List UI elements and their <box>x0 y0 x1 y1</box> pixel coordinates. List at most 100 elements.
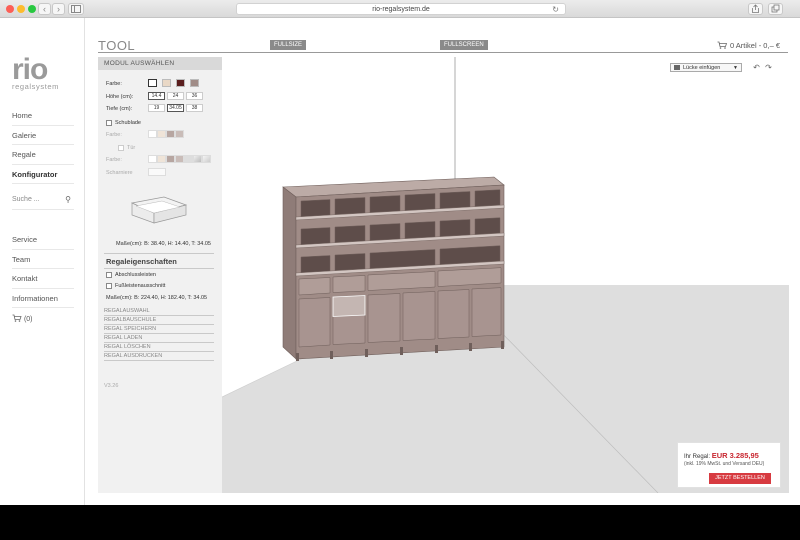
tiefe-option-2[interactable]: 34.05 <box>167 104 184 112</box>
rio-logo[interactable]: rio regalsystem <box>12 55 60 92</box>
nav-home[interactable]: Home <box>12 106 74 126</box>
link-regal-loeschen[interactable]: REGAL LÖSCHEN <box>104 343 214 352</box>
nav-service[interactable]: Service <box>12 230 74 250</box>
module-panel: MODUL AUSWÄHLEN Farbe: Höhe (cm): 14.4 2… <box>98 57 222 493</box>
section-rule-2 <box>104 268 214 269</box>
door-swatch-4 <box>175 155 184 163</box>
address-bar[interactable]: rio-regalsystem.de ↻ <box>236 3 566 15</box>
search-placeholder: Suche ... <box>12 196 40 203</box>
shelf-3d-view[interactable] <box>222 57 789 493</box>
link-regalauswahl[interactable]: REGALAUSWAHL <box>104 307 214 316</box>
drawer-swatch-4 <box>175 130 184 138</box>
search-icon[interactable]: ⚲ <box>65 190 71 209</box>
properties-title: Regaleigenschaften <box>106 257 177 266</box>
logo-subtitle: regalsystem <box>12 82 60 91</box>
drawer-swatch-3 <box>166 130 175 138</box>
nav-team[interactable]: Team <box>12 250 74 269</box>
shelf-dimensions: Maße(cm): B: 224.40, H: 182.40, T: 34.05 <box>106 295 208 301</box>
door-swatch-1 <box>148 155 157 163</box>
farbe-label: Farbe: <box>106 81 122 87</box>
nav-konfigurator[interactable]: Konfigurator <box>12 165 74 184</box>
main-nav: Home Galerie Regale Konfigurator Suche .… <box>12 106 74 210</box>
hoehe-option-1[interactable]: 14.4 <box>148 92 165 100</box>
header-cart-text: 0 Artikel - 0,– € <box>729 41 780 50</box>
drawer-swatch-1 <box>148 130 157 138</box>
gap-icon <box>674 65 680 70</box>
abschlussleisten-label: Abschlussleisten <box>115 272 156 278</box>
link-regal-ausdrucken[interactable]: REGAL AUSDRUCKEN <box>104 352 214 361</box>
insert-gap-dropdown[interactable]: Lücke einfügen ▼ <box>670 63 742 72</box>
section-rule-1 <box>104 253 214 254</box>
hoehe-label: Höhe (cm): <box>106 94 134 100</box>
url-text: rio-regalsystem.de <box>372 6 430 13</box>
module-preview-image <box>130 196 188 224</box>
price-box: Ihr Regal: EUR 3.285,95 (inkl. 19% MwSt.… <box>677 442 781 488</box>
search-input[interactable]: Suche ... ⚲ <box>12 190 74 210</box>
hinge-option <box>148 168 166 176</box>
configurator-canvas[interactable]: Lücke einfügen ▼ ↶ ↷ Ihr Regal: EUR 3.28… <box>222 57 789 493</box>
link-regal-laden[interactable]: REGAL LADEN <box>104 334 214 343</box>
link-regal-speichern[interactable]: REGAL SPEICHERN <box>104 325 214 334</box>
fussleisten-label: Fußleistenausschnitt <box>115 283 166 289</box>
scharniere-label: Scharniere <box>106 170 133 176</box>
browser-toolbar: ‹ › rio-regalsystem.de ↻ <box>0 0 800 18</box>
door-swatch-6 <box>193 155 202 163</box>
price-value: EUR 3.285,95 <box>711 451 759 460</box>
color-swatch-white[interactable] <box>148 79 157 87</box>
order-button[interactable]: JETZT BESTELLEN <box>709 473 771 484</box>
secondary-nav: Service Team Kontakt Informationen (0) <box>12 230 74 323</box>
version-label: V3.26 <box>104 383 119 389</box>
door-swatch-7 <box>202 155 211 163</box>
tiefe-label: Tiefe (cm): <box>106 106 133 112</box>
tabs-icon[interactable] <box>768 3 783 15</box>
panel-heading: MODUL AUSWÄHLEN <box>98 57 222 70</box>
tuer-checkbox[interactable] <box>118 145 124 151</box>
redo-icon[interactable]: ↷ <box>764 63 773 72</box>
schublade-label: Schublade <box>115 120 141 126</box>
chevron-down-icon: ▼ <box>733 65 738 71</box>
reload-icon[interactable]: ↻ <box>552 4 559 15</box>
nav-kontakt[interactable]: Kontakt <box>12 269 74 289</box>
sidebar-divider <box>84 18 85 505</box>
schublade-farbe-label: Farbe: <box>106 132 122 138</box>
color-swatch-beige[interactable] <box>162 79 171 87</box>
fussleisten-checkbox[interactable] <box>106 283 112 289</box>
nav-informationen[interactable]: Informationen <box>12 289 74 308</box>
color-swatch-taupe[interactable] <box>190 79 199 87</box>
back-button[interactable]: ‹ <box>38 3 51 15</box>
tuer-label: Tür <box>127 145 136 151</box>
door-swatch-2 <box>157 155 166 163</box>
schublade-checkbox[interactable] <box>106 120 112 126</box>
minimize-window-button[interactable] <box>17 5 25 13</box>
module-dimensions: Maße(cm): B: 38.40, H: 14.40, T: 34.05 <box>116 241 211 247</box>
site-sidebar: rio regalsystem Home Galerie Regale Konf… <box>0 18 84 505</box>
price-note: (inkl. 19% MwSt. und Versand DEU) <box>684 461 765 467</box>
page-title: TOOL <box>98 38 136 53</box>
header-rule <box>98 52 788 53</box>
cart-icon <box>717 41 727 49</box>
undo-icon[interactable]: ↶ <box>752 63 761 72</box>
tiefe-option-3[interactable]: 38 <box>186 104 203 112</box>
color-swatch-darkred[interactable] <box>176 79 185 87</box>
browser-window: ‹ › rio-regalsystem.de ↻ rio regalsystem… <box>0 0 800 505</box>
zoom-window-button[interactable] <box>28 5 36 13</box>
nav-galerie[interactable]: Galerie <box>12 126 74 145</box>
link-regalbauschule[interactable]: REGALBAUSCHULE <box>104 316 214 325</box>
close-window-button[interactable] <box>6 5 14 13</box>
fullscreen-button[interactable]: FULLSCREEN <box>440 40 488 50</box>
door-swatch-5 <box>184 155 193 163</box>
header-cart[interactable]: 0 Artikel - 0,– € <box>717 41 780 50</box>
sidebar-toggle-icon[interactable] <box>68 3 84 15</box>
tiefe-option-1[interactable]: 19 <box>148 104 165 112</box>
drawer-swatch-2 <box>157 130 166 138</box>
hoehe-option-3[interactable]: 36 <box>186 92 203 100</box>
fullsize-button[interactable]: FULLSIZE <box>270 40 307 50</box>
nav-regale[interactable]: Regale <box>12 145 74 165</box>
share-icon[interactable] <box>748 3 763 15</box>
sidebar-cart-count: (0) <box>23 316 33 323</box>
forward-button[interactable]: › <box>52 3 65 15</box>
abschlussleisten-checkbox[interactable] <box>106 272 112 278</box>
price-line: Ihr Regal: EUR 3.285,95 <box>684 451 759 460</box>
sidebar-cart[interactable]: (0) <box>12 314 74 323</box>
hoehe-option-2[interactable]: 24 <box>167 92 184 100</box>
